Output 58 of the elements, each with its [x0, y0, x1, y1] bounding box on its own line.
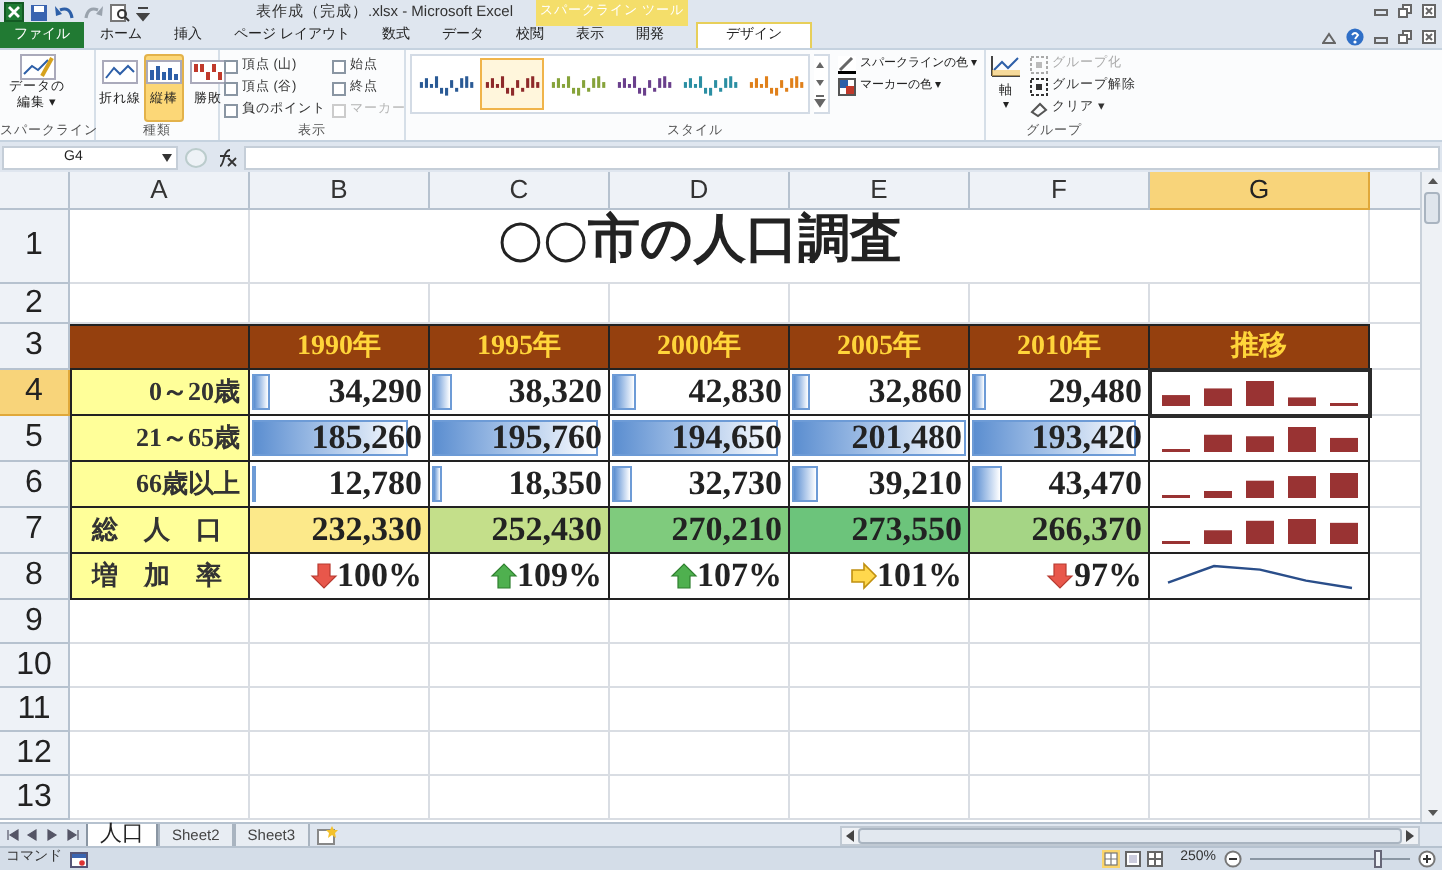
cell-value: 32,730 [688, 462, 782, 507]
column-header[interactable]: D [610, 172, 790, 210]
row-header[interactable]: 3 [0, 324, 70, 370]
row-header[interactable]: 8 [0, 554, 70, 600]
row-label: 66歳以上 [70, 462, 250, 508]
row-label: 21～65歳 [70, 416, 250, 462]
cell-value: 201,480 [851, 416, 962, 461]
cell-value: 38,320 [508, 370, 602, 415]
cell-value: 42,830 [688, 370, 782, 415]
data-cell: 252,430 [430, 508, 610, 554]
row-header[interactable]: 7 [0, 508, 70, 554]
cell-value: 195,760 [491, 416, 602, 461]
column-header[interactable]: C [430, 172, 610, 210]
cell-value: 18,350 [508, 462, 602, 507]
row-label: 増 加 率 [70, 554, 250, 600]
column-heading: 推移 [1150, 324, 1370, 370]
column-heading: 2010年 [970, 324, 1150, 370]
sheet-title: ○○市の人口調査 [250, 210, 1150, 284]
row-label: 総 人 口 [70, 508, 250, 554]
column-heading: 1995年 [430, 324, 610, 370]
column-heading: 2000年 [610, 324, 790, 370]
cell-value: 100% [337, 554, 422, 599]
data-cell: 266,370 [970, 508, 1150, 554]
column-header[interactable]: E [790, 172, 970, 210]
cell-value: 101% [877, 554, 962, 599]
cell-value: 43,470 [1048, 462, 1142, 507]
sheet-tab[interactable]: 人口 [86, 823, 158, 847]
row-header[interactable]: 6 [0, 462, 70, 508]
cell-value: 29,480 [1048, 370, 1142, 415]
cell-value: 194,650 [671, 416, 782, 461]
cell-value: 109% [517, 554, 602, 599]
row-header[interactable]: 2 [0, 284, 70, 324]
cell-value: 32,860 [868, 370, 962, 415]
row-header[interactable]: 12 [0, 732, 70, 776]
row-header[interactable]: 13 [0, 776, 70, 820]
row-header[interactable]: 1 [0, 210, 70, 284]
column-header[interactable]: G [1150, 172, 1370, 210]
column-header[interactable]: B [250, 172, 430, 210]
row-header[interactable]: 4 [0, 370, 70, 416]
row-label: 0～20歳 [70, 370, 250, 416]
cell-value: 193,420 [1031, 416, 1142, 461]
column-header[interactable]: A [70, 172, 250, 210]
cell-value: 39,210 [868, 462, 962, 507]
column-heading: 1990年 [250, 324, 430, 370]
data-cell: 270,210 [610, 508, 790, 554]
row-header[interactable]: 11 [0, 688, 70, 732]
data-cell: 232,330 [250, 508, 430, 554]
data-cell: 273,550 [790, 508, 970, 554]
cell-value: 107% [697, 554, 782, 599]
column-heading: 2005年 [790, 324, 970, 370]
column-header[interactable]: F [970, 172, 1150, 210]
cell-value: 12,780 [328, 462, 422, 507]
cell-value: 185,260 [311, 416, 422, 461]
cell-value: 97% [1074, 554, 1142, 599]
row-header[interactable]: 10 [0, 644, 70, 688]
row-header[interactable]: 5 [0, 416, 70, 462]
row-header[interactable]: 9 [0, 600, 70, 644]
cell-value: 34,290 [328, 370, 422, 415]
